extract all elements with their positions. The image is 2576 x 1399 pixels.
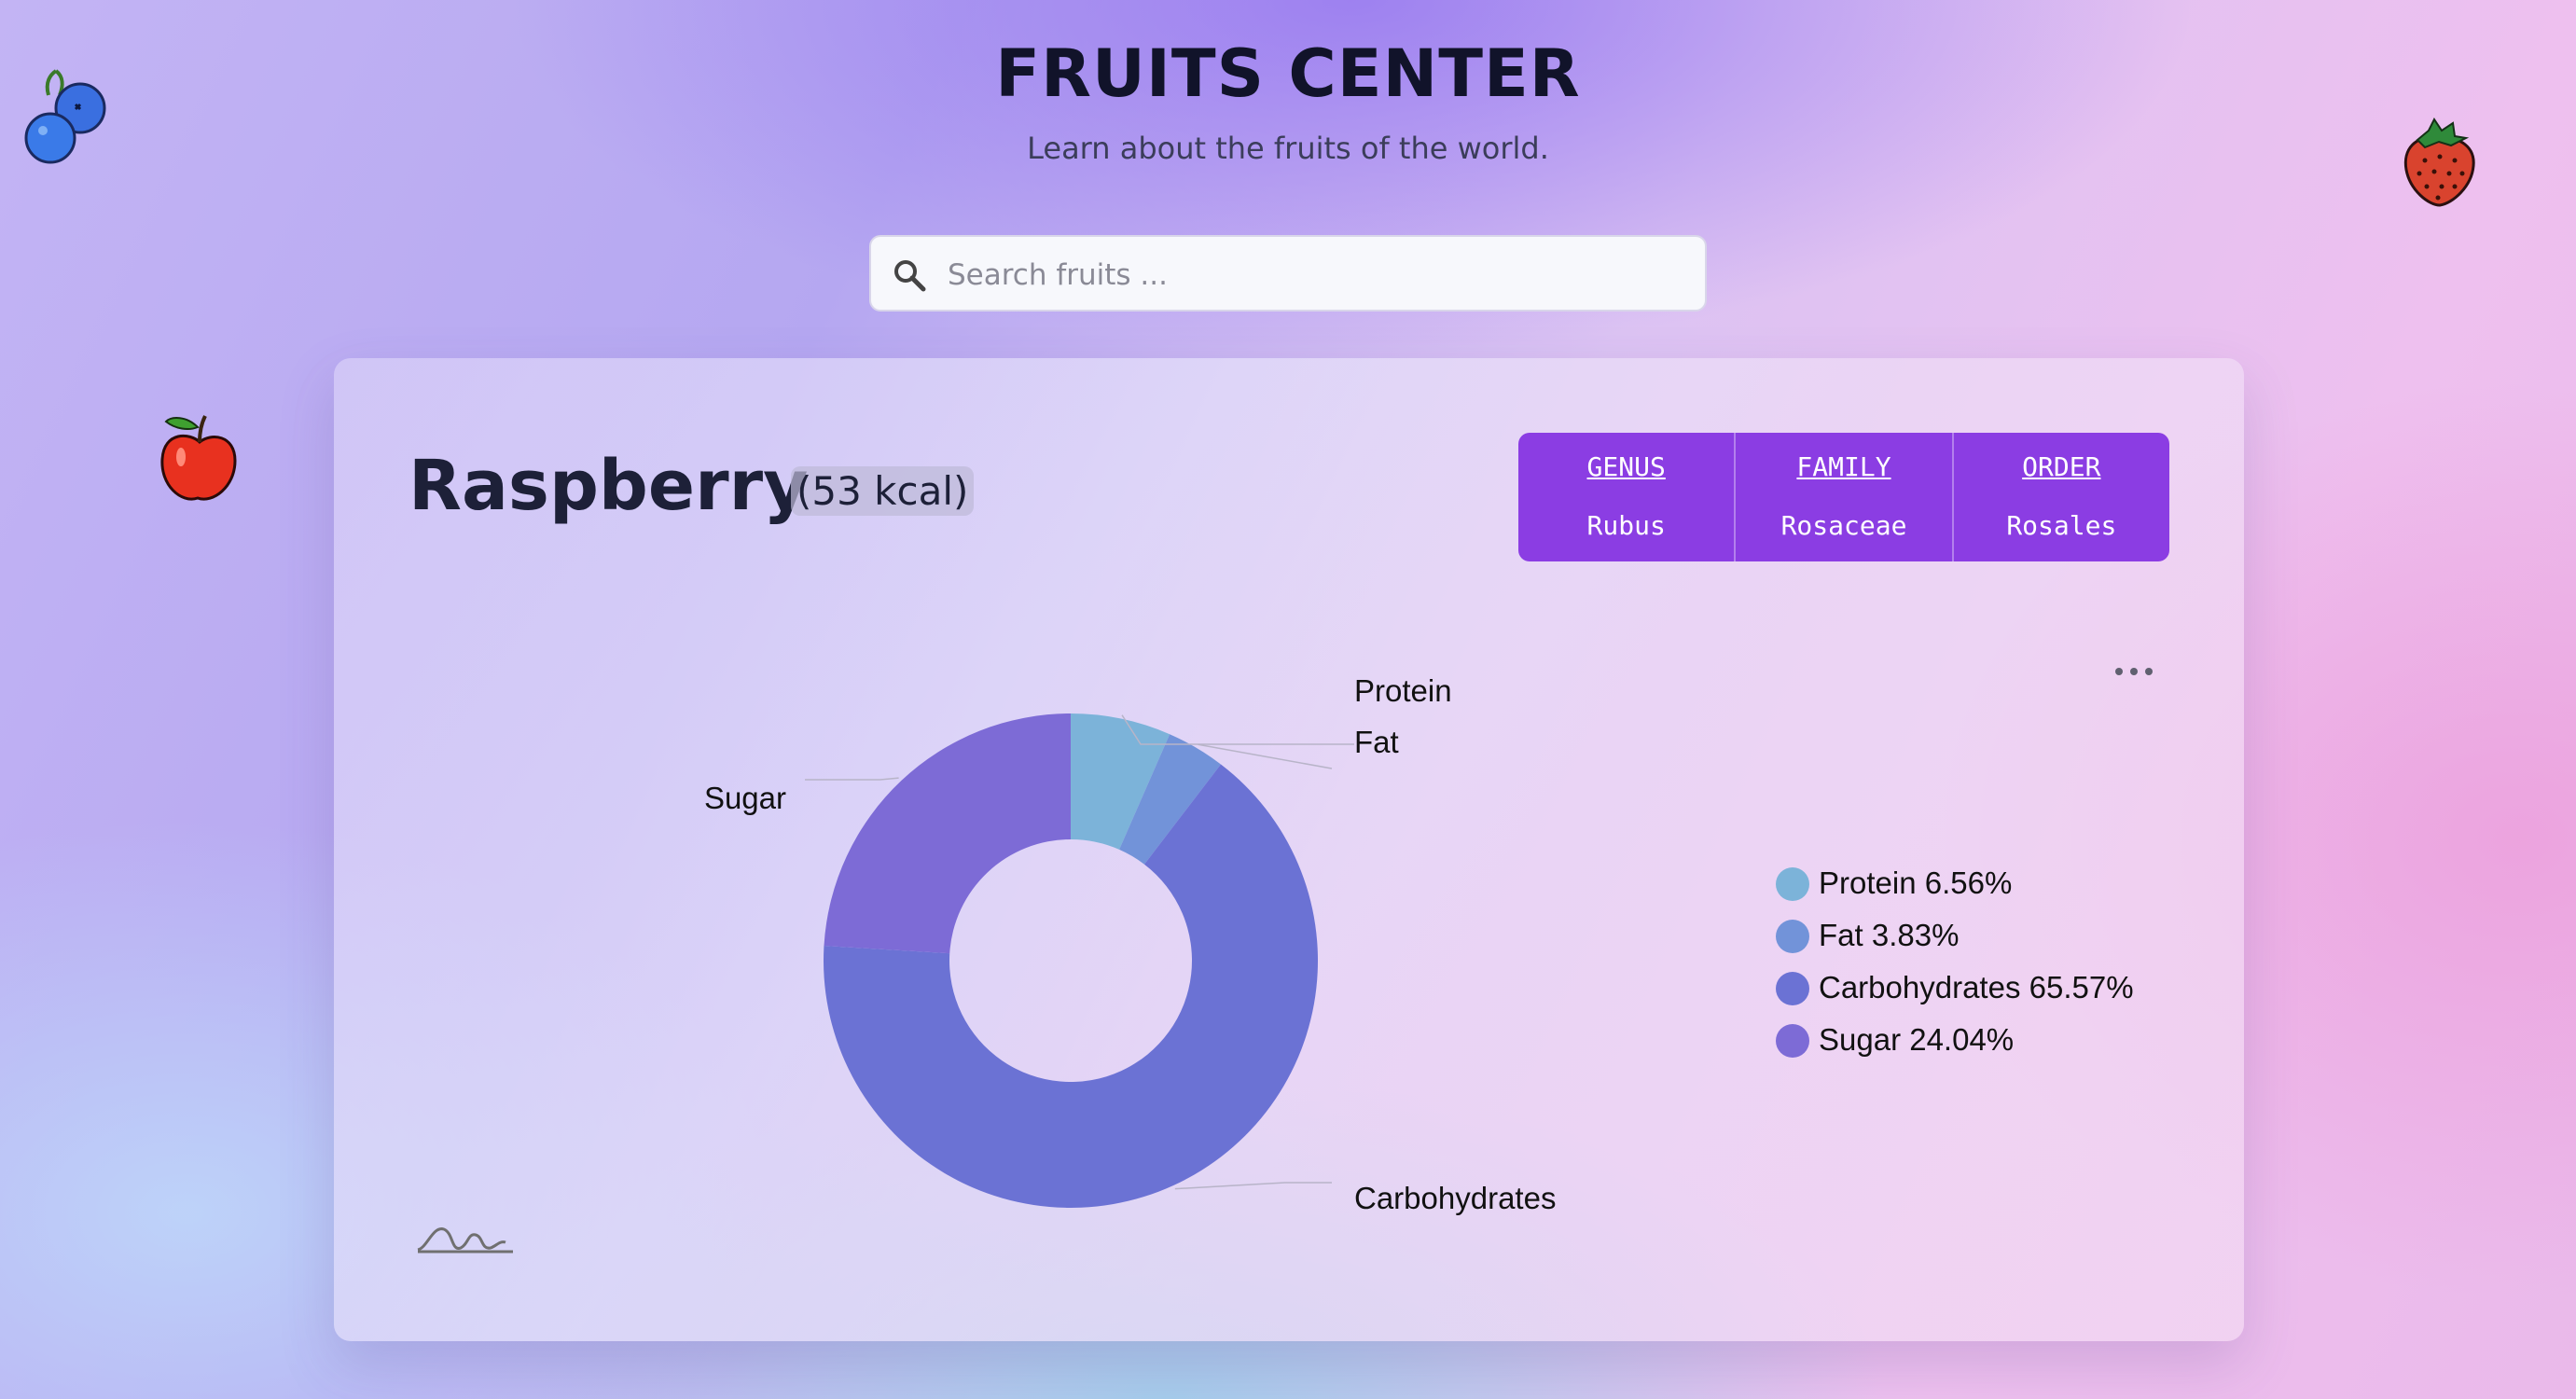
legend-dot-sugar — [1776, 1024, 1809, 1058]
slice-label-fat: Fat — [1354, 725, 1399, 759]
donut-slice-sugar[interactable] — [824, 713, 1071, 954]
blueberry-icon — [24, 69, 106, 164]
slice-label-sugar: Sugar — [704, 781, 786, 815]
strawberry-icon — [2403, 118, 2475, 207]
page-title: FRUITS CENTER — [995, 35, 1581, 112]
search-icon — [894, 260, 926, 292]
search-input[interactable] — [946, 246, 1686, 304]
legend-label-carbohydrates: Carbohydrates 65.57% — [1819, 970, 2134, 1004]
fruit-card: Raspberry (53 kcal) GENUS Rubus FAMILY R… — [334, 358, 2244, 1341]
page-subtitle: Learn about the fruits of the world. — [1027, 131, 1549, 166]
legend-label-fat: Fat 3.83% — [1819, 918, 1960, 952]
legend-dot-fat — [1776, 920, 1809, 953]
leader-line-sugar — [805, 777, 899, 781]
nutrition-donut-chart: Protein Fat Carbohydrates Sugar — [704, 673, 1557, 1215]
echarts-logo-icon — [417, 1227, 513, 1254]
leader-line-carbohydrates — [1174, 1182, 1332, 1190]
apple-icon — [160, 415, 237, 501]
slice-label-carbohydrates: Carbohydrates — [1354, 1181, 1556, 1215]
legend-dot-protein — [1776, 867, 1809, 901]
search-box[interactable] — [869, 235, 1707, 312]
legend-dot-carbohydrates — [1776, 972, 1809, 1005]
legend-label-sugar: Sugar 24.04% — [1819, 1022, 2015, 1057]
legend-label-protein: Protein 6.56% — [1819, 866, 2013, 900]
slice-label-protein: Protein — [1354, 673, 1452, 708]
